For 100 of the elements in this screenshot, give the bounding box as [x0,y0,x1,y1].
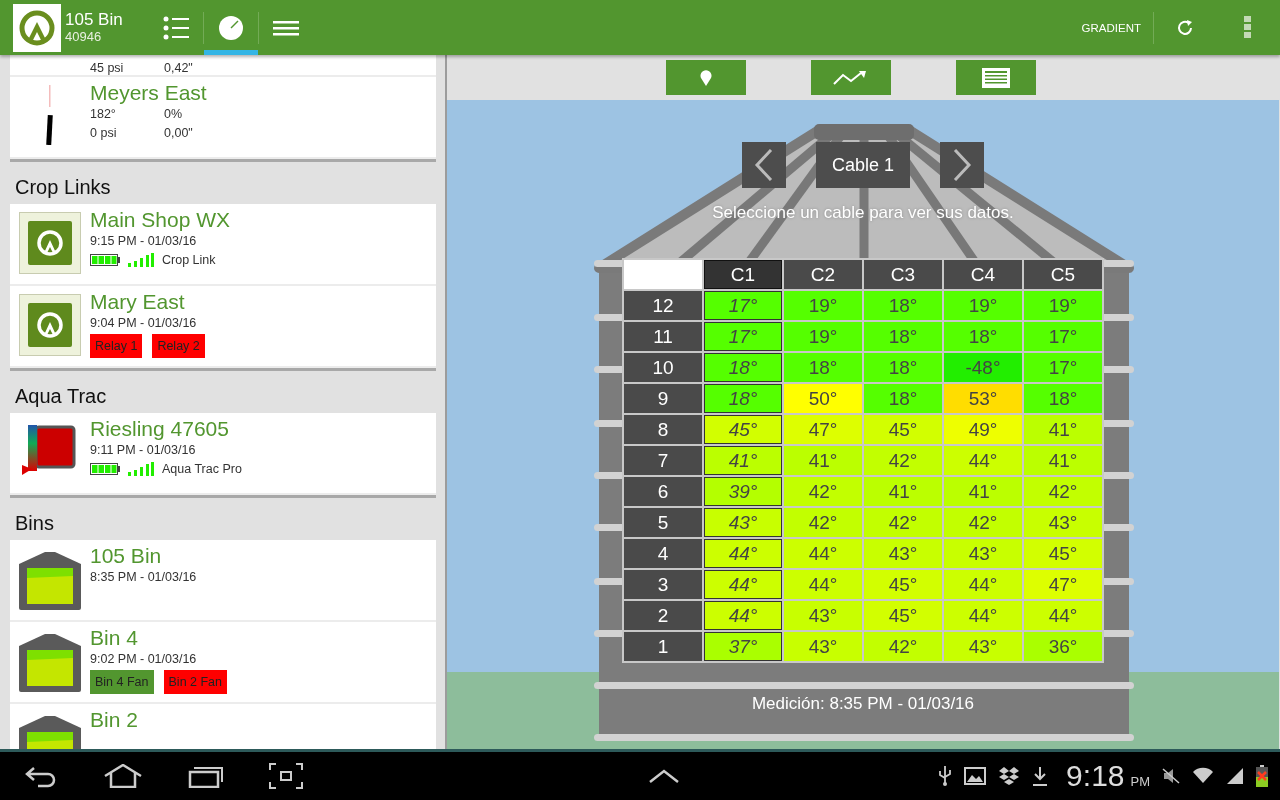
temperature-cell: 41° [864,477,942,506]
temperature-cell: 43° [1024,508,1102,537]
temperature-cell: 45° [1024,539,1102,568]
image-icon [964,767,987,785]
device-name: Mary East [90,290,186,314]
temperature-cell: 53° [944,384,1022,413]
row-header: 2 [624,601,702,630]
column-header[interactable]: C4 [944,260,1022,289]
column-header[interactable]: C5 [1024,260,1102,289]
temperature-cell: 43° [944,632,1022,661]
temperature-cell: 17° [1024,353,1102,382]
temperature-cell: 43° [704,508,782,537]
pivot-item[interactable]: Meyers East 182° 0% 0 psi 0,00" [10,77,436,159]
home-icon[interactable] [103,764,143,788]
cable-selector[interactable]: Cable 1 [816,142,910,188]
gradient-button[interactable]: GRADIENT [1069,0,1153,55]
chevron-left-icon [754,149,774,181]
device-name: Main Shop WX [90,208,231,232]
temperature-cell: 45° [864,415,942,444]
timestamp: 9:04 PM - 01/03/16 [90,315,198,332]
temperature-cell: 44° [704,539,782,568]
row-header: 11 [624,322,702,351]
row-header: 9 [624,384,702,413]
map-pin-icon [700,69,712,86]
croplink-item[interactable]: Mary East 9:04 PM - 01/03/16 Relay 1 Relay 2 [10,286,436,368]
column-header[interactable]: C1 [704,260,782,289]
croplink-item[interactable]: Main Shop WX 9:15 PM - 01/03/16 Crop Link [10,204,436,286]
temperature-cell: 42° [864,632,942,661]
column-header[interactable]: C2 [784,260,862,289]
temperature-cell: 17° [704,291,782,320]
screenshot-icon[interactable] [269,763,303,789]
pivot-gauge-icon [45,85,55,145]
temperature-cell: 18° [864,353,942,382]
battery-icon [90,254,120,266]
column-header[interactable]: C3 [864,260,942,289]
temperature-cell: 18° [704,353,782,382]
temperature-cell: 45° [864,601,942,630]
temperature-cell: 42° [784,508,862,537]
temperature-cell: 44° [784,570,862,599]
temperature-cell: 43° [784,601,862,630]
timestamp: 9:11 PM - 01/03/16 [90,442,197,459]
row-header: 3 [624,570,702,599]
device-name: Bin 2 [90,708,138,732]
temperature-cell: 18° [864,291,942,320]
device-name: Riesling 47605 [90,417,230,441]
row-header: 7 [624,446,702,475]
caret-icon[interactable] [649,769,679,783]
temperature-cell: 47° [1024,570,1102,599]
temperature-cell: 18° [784,353,862,382]
row-header: 10 [624,353,702,382]
battery-charging-icon [1256,765,1268,787]
measurement-time: Medición: 8:35 PM - 01/03/16 [750,694,976,714]
temperature-cell: 41° [944,477,1022,506]
app-logo-icon[interactable] [13,3,61,52]
section-heading: Bins [14,511,55,536]
timestamp: 9:15 PM - 01/03/16 [90,233,198,250]
mute-icon [1162,768,1180,784]
temperature-cell: 41° [784,446,862,475]
temperature-cell: 44° [944,601,1022,630]
usb-icon [938,766,953,786]
row-header: 1 [624,632,702,661]
previous-cable-button[interactable] [742,142,786,188]
status-tag: Relay 2 [152,334,205,358]
section-heading: Crop Links [14,175,112,200]
row-header: 12 [624,291,702,320]
trend-view-button[interactable] [811,60,891,95]
next-cable-button[interactable] [940,142,984,188]
aquatrac-item[interactable]: Riesling 47605 9:11 PM - 01/03/16 Aqua Trac Pro [10,413,436,495]
temperature-cell: 39° [704,477,782,506]
status-tag: Relay 1 [90,334,143,358]
bin-id: 40946 [65,29,103,45]
temperature-cell: 44° [944,570,1022,599]
trend-chart-icon [833,69,869,86]
device-name: 105 Bin [90,544,163,568]
temperature-cell: 50° [784,384,862,413]
battery-icon [90,463,120,475]
temperature-cell: 19° [784,322,862,351]
table-icon [982,67,1010,88]
temperature-cell: 44° [1024,601,1102,630]
crop-link-logo-icon [19,294,81,356]
temperature-cell: 18° [704,384,782,413]
temperature-cell: 43° [944,539,1022,568]
dropbox-icon [998,766,1021,786]
pivot-item[interactable]: 45 psi 0,42" [10,55,436,77]
bin-item[interactable]: 105 Bin 8:35 PM - 01/03/16 [10,540,436,622]
table-view-button[interactable] [956,60,1036,95]
temperature-cell: 41° [1024,415,1102,444]
temperature-cell: 43° [864,539,942,568]
recent-apps-icon[interactable] [188,764,224,788]
temperature-cell: -48° [944,353,1022,382]
overflow-menu-icon [1244,15,1252,40]
timestamp: 9:02 PM - 01/03/16 [90,651,198,668]
gauge-icon [218,14,244,41]
pin-view-button[interactable] [666,60,746,95]
bin-item[interactable]: Bin 4 9:02 PM - 01/03/16 Bin 4 Fan Bin 2 Fan [10,622,436,704]
back-icon[interactable] [24,764,58,788]
section-heading: Aqua Trac [14,384,108,409]
temperature-cell: 42° [864,446,942,475]
temperature-cell: 17° [704,322,782,351]
temperature-cell: 43° [784,632,862,661]
